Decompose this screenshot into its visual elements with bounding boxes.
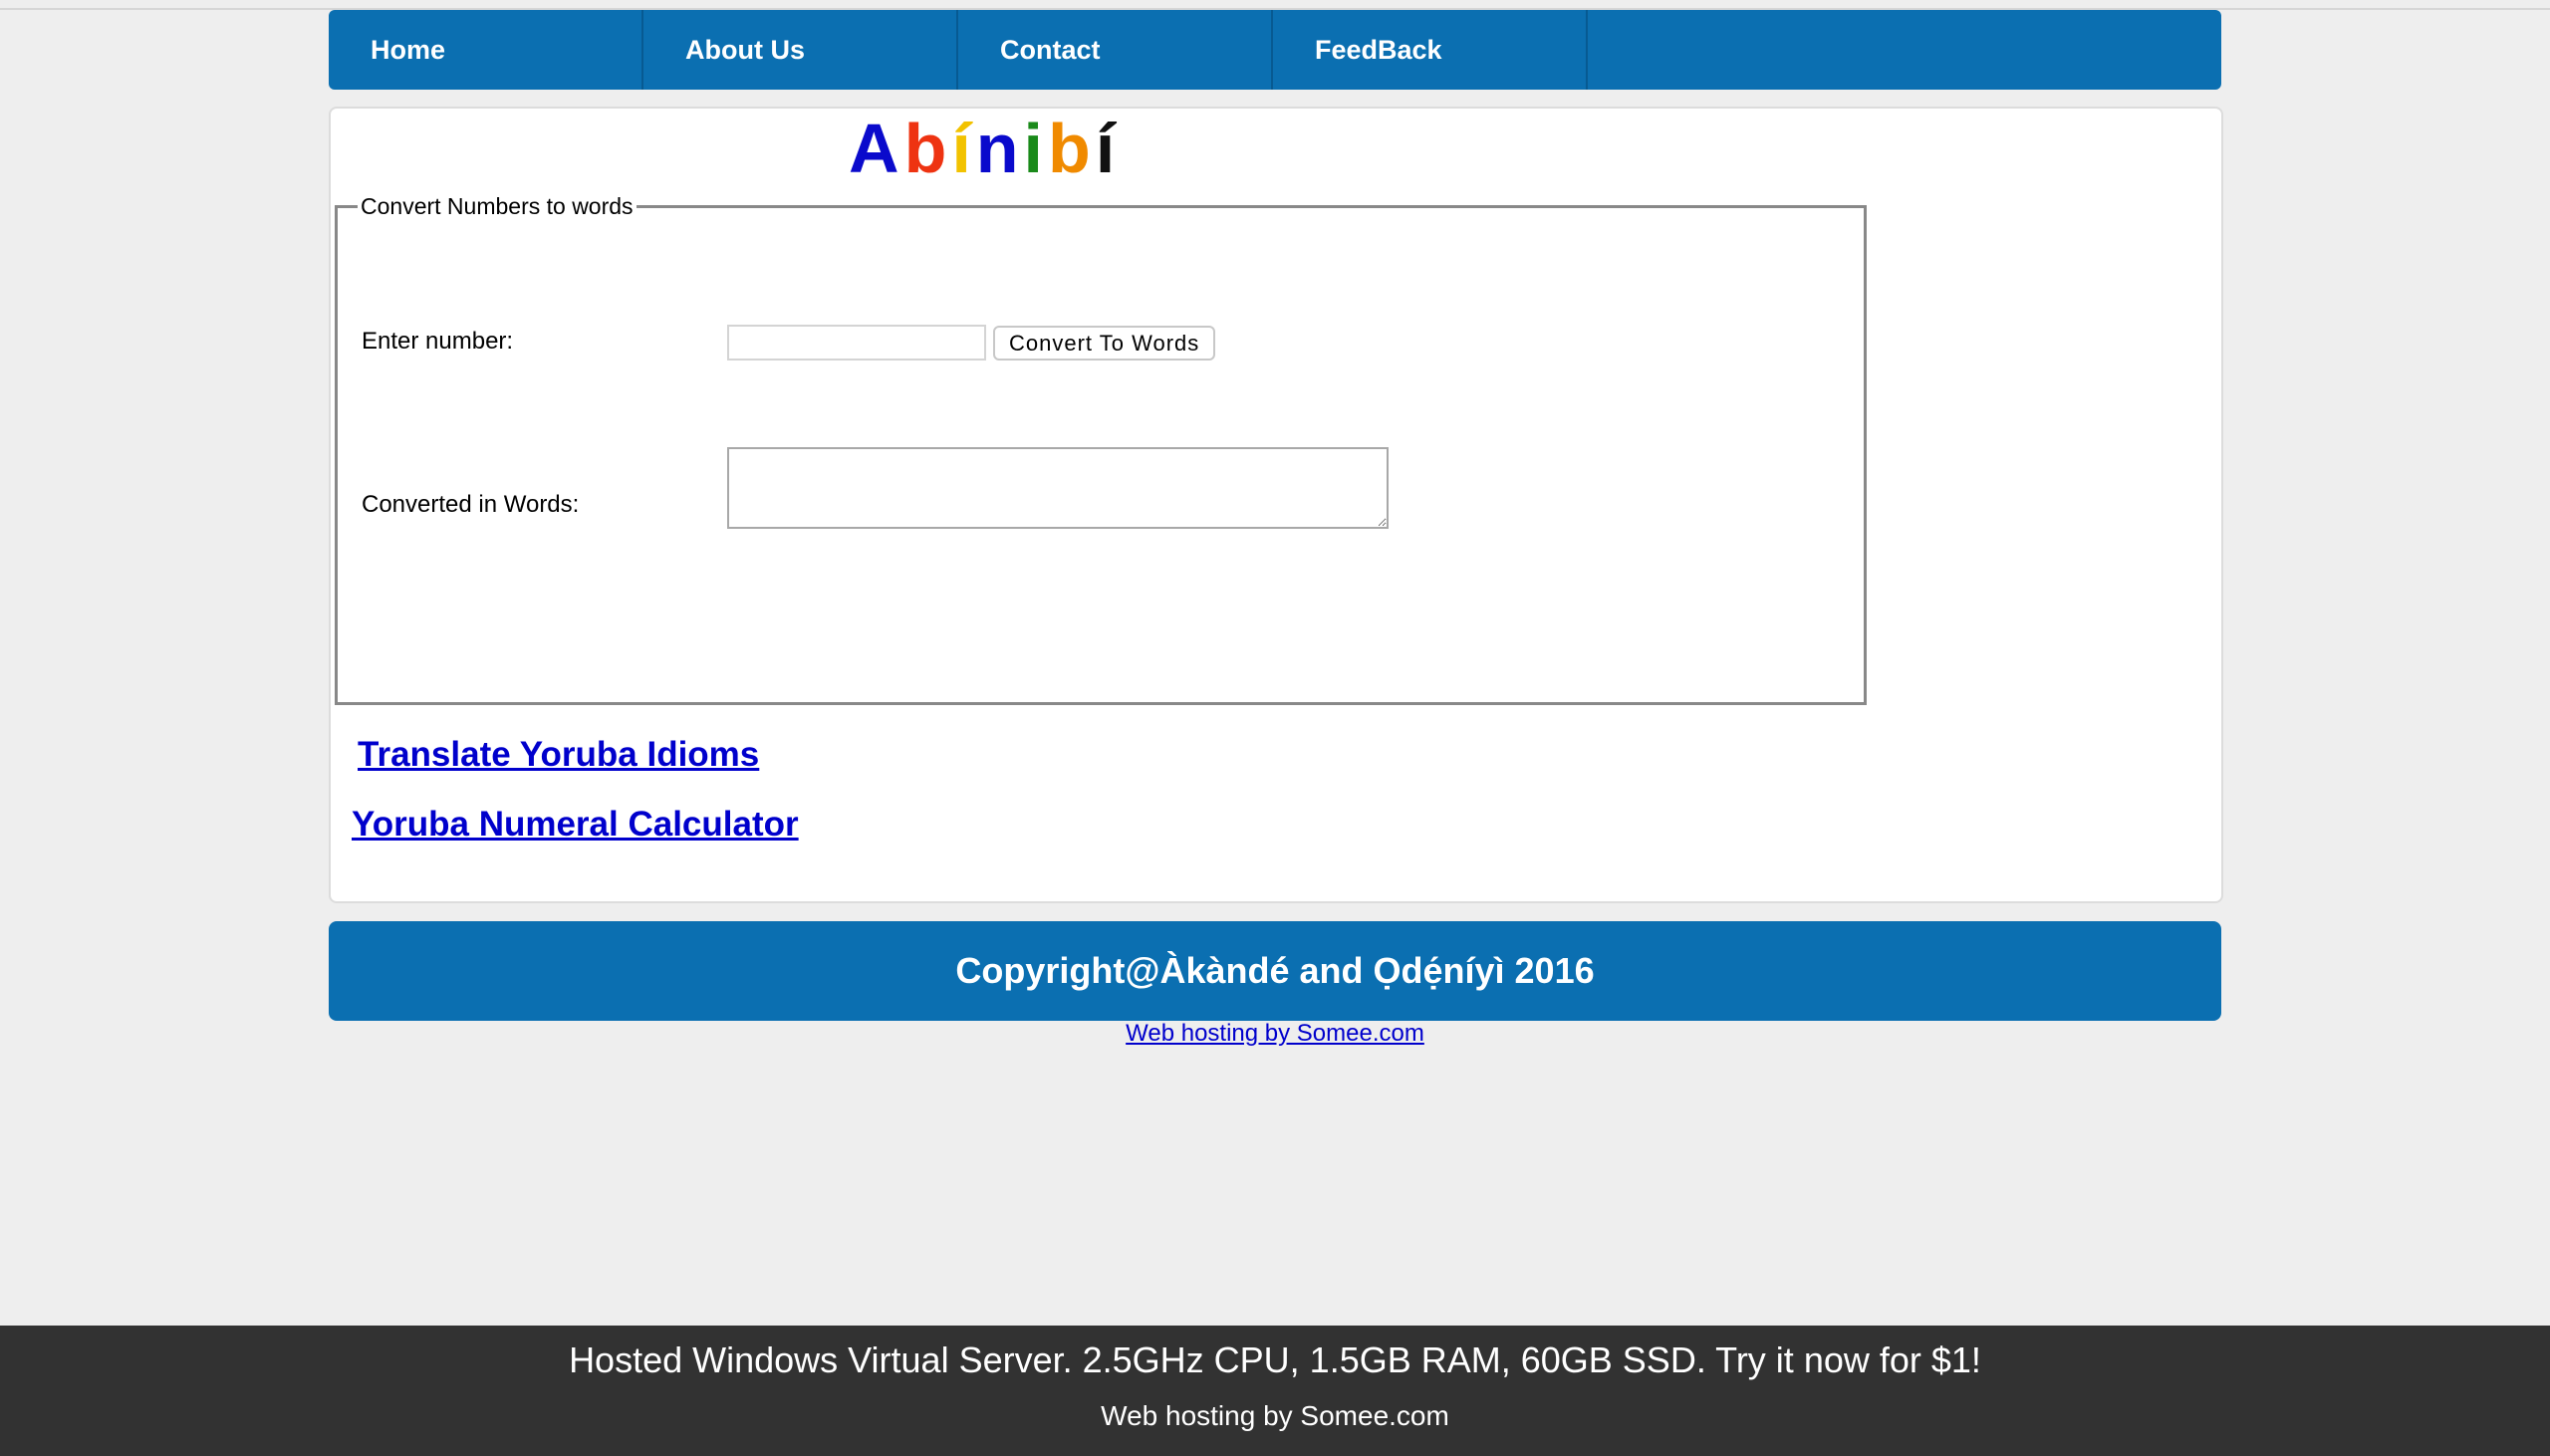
translate-idioms-link[interactable]: Translate Yoruba Idioms: [358, 735, 759, 775]
nav-item-feedback[interactable]: FeedBack: [1273, 10, 1588, 90]
logo-letter: i: [1023, 110, 1048, 187]
footer-banner: Hosted Windows Virtual Server. 2.5GHz CP…: [0, 1326, 2550, 1456]
footer-hosting-text[interactable]: Web hosting by Somee.com: [0, 1400, 2550, 1432]
converter-legend: Convert Numbers to words: [361, 193, 634, 219]
converter-fieldset: Convert Numbers to words Enter number: C…: [335, 193, 1867, 705]
web-hosting-link[interactable]: Web hosting by Somee.com: [1126, 1020, 1424, 1047]
copyright-bar: Copyright@Àkàndé and Ọdẹ́níyì 2016: [329, 921, 2221, 1021]
nav-item-contact[interactable]: Contact: [958, 10, 1273, 90]
copyright-text: Copyright@Àkàndé and Ọdẹ́níyì 2016: [955, 950, 1595, 991]
logo-letter: í: [951, 110, 976, 187]
logo-letter: b: [1048, 110, 1096, 187]
converted-words-output[interactable]: [727, 447, 1389, 529]
logo-letter: A: [849, 110, 904, 187]
site-logo: Abínibí: [849, 109, 1120, 188]
main-nav: Home About Us Contact FeedBack: [329, 10, 2221, 90]
logo-letter: b: [903, 110, 952, 187]
converted-words-label: Converted in Words:: [362, 491, 580, 518]
logo-letter: n: [975, 110, 1024, 187]
hosting-link-row: Web hosting by Somee.com: [0, 1020, 2550, 1048]
number-input[interactable]: [727, 325, 986, 361]
main-content: Abínibí Convert Numbers to words Enter n…: [329, 107, 2223, 903]
logo-letter: í: [1095, 110, 1121, 187]
nav-item-about-us[interactable]: About Us: [643, 10, 958, 90]
convert-to-words-button[interactable]: Convert To Words: [993, 326, 1216, 361]
numeral-calculator-link[interactable]: Yoruba Numeral Calculator: [352, 805, 799, 845]
enter-number-label: Enter number:: [362, 328, 514, 355]
footer-ad-text[interactable]: Hosted Windows Virtual Server. 2.5GHz CP…: [0, 1339, 2550, 1381]
nav-item-home[interactable]: Home: [329, 10, 643, 90]
